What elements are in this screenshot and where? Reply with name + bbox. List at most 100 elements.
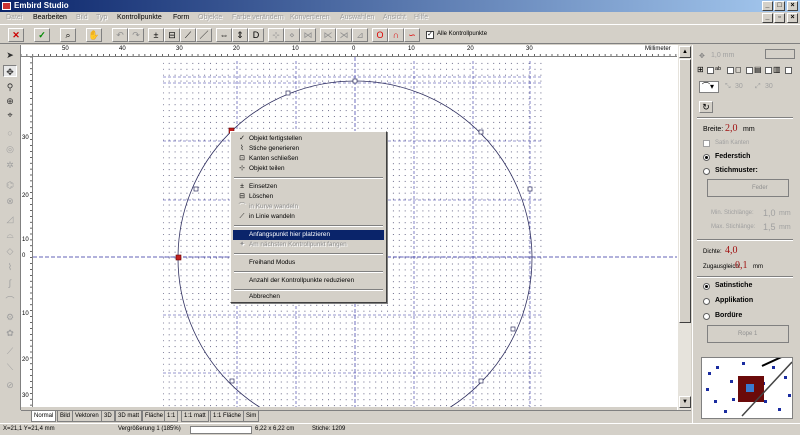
line-tool-icon[interactable]: ⟋ [180, 28, 196, 42]
spiral-tool-icon[interactable]: ◎ [3, 143, 17, 155]
menu-datei[interactable]: Datei [6, 14, 22, 21]
lasso-tool-icon[interactable]: ⌓ [3, 229, 17, 241]
node-icon[interactable]: D [248, 28, 264, 42]
maximize-button[interactable]: □ [774, 1, 785, 11]
menu-kontrollpunkte[interactable]: Kontrollpunkte [117, 14, 162, 21]
bezier-tool-icon[interactable]: ⌒ [3, 295, 17, 307]
mirror-icon[interactable]: ⇔ [216, 28, 232, 42]
dichte-value[interactable]: 4,0 [725, 245, 738, 256]
tab-bild[interactable]: Bild [57, 411, 74, 422]
freehand-tool-icon[interactable]: ⌇ [3, 261, 17, 273]
menu-konvertieren[interactable]: Konvertieren [290, 14, 330, 21]
line-style-dropdown[interactable] [765, 49, 795, 59]
menu-item-freihand-modus[interactable]: Freihand Modus [233, 258, 384, 268]
tab-normal[interactable]: Normal [31, 411, 57, 422]
text-tool-icon[interactable]: ⊘ [3, 379, 17, 391]
arrange-icon[interactable]: ⋈ [300, 28, 316, 42]
tab-vektoren[interactable]: Vektoren [72, 411, 102, 422]
breite-value[interactable]: 2,0 [725, 123, 738, 134]
min-length-value[interactable]: 1,0 [763, 208, 776, 218]
remove-point-icon[interactable]: ⊟ [164, 28, 180, 42]
menu-item-loeschen[interactable]: ⊟ Löschen [233, 192, 384, 202]
option-checkbox-2[interactable] [727, 67, 734, 74]
option-checkbox-3[interactable] [746, 67, 753, 74]
fill-tool-icon[interactable]: ⌬ [3, 179, 17, 191]
doc-close-button[interactable]: × [787, 13, 798, 23]
menu-form[interactable]: Form [173, 14, 189, 21]
distribute-icon[interactable]: ⋄ [284, 28, 300, 42]
zoom-tool-icon[interactable]: ⊕ [3, 95, 17, 107]
align-icon[interactable]: ⊹ [268, 28, 284, 42]
diagonal-icon[interactable]: ／ [196, 28, 212, 42]
menu-item-kontrollpunkt-fangen[interactable]: ✦ Am nächsten Kontrollpunkt fangen [233, 240, 384, 250]
doc-restore-button[interactable]: ▫ [774, 13, 785, 23]
scroll-thumb[interactable] [679, 59, 691, 323]
curve-type-dropdown[interactable]: ⌒▾ [699, 81, 719, 93]
design-preview[interactable] [701, 357, 793, 419]
federstich-radio[interactable] [703, 154, 710, 161]
rotate-icon[interactable]: ⋊ [336, 28, 352, 42]
menu-item-in-linie-wandeln[interactable]: ⟋ in Linie wandeln [233, 212, 384, 222]
ellipse-shape-icon[interactable]: O [372, 28, 388, 42]
menu-item-kontrollpunkte-reduzieren[interactable]: Anzahl der Kontrollpunkte reduzieren [233, 276, 384, 286]
hand-icon[interactable]: ✋ [86, 28, 102, 42]
knife-tool-icon[interactable]: ⟋ [3, 345, 17, 357]
tab-1-1-flaeche[interactable]: 1:1 Fläche [210, 411, 245, 422]
menu-objekte[interactable]: Objekte [198, 14, 222, 21]
tab-1-1[interactable]: 1:1 [164, 411, 179, 422]
menu-item-anfangspunkt-platzieren[interactable]: Anfangspunkt hier platzieren [233, 230, 384, 240]
wave-shape-icon[interactable]: ∽ [404, 28, 420, 42]
magnifier-icon[interactable]: ⚲ [3, 81, 17, 93]
menu-auswahlen[interactable]: Auswahlen [340, 14, 374, 21]
accept-check-icon[interactable]: ✓ [34, 28, 50, 42]
satinstiche-radio[interactable] [703, 283, 710, 290]
refresh-icon[interactable]: ↻ [699, 101, 713, 113]
tab-3d[interactable]: 3D [101, 411, 115, 422]
scroll-down-icon[interactable]: ▼ [679, 396, 691, 408]
tab-sim[interactable]: Sim [243, 411, 260, 422]
menu-item-objekt-fertigstellen[interactable]: ✓ Objekt fertigstellen [233, 134, 384, 144]
path-tool-icon[interactable]: ◿ [3, 213, 17, 225]
option-checkbox-5[interactable] [785, 67, 792, 74]
end-point-marker[interactable] [175, 254, 182, 261]
all-controlpoints-checkbox[interactable]: ✓ [426, 31, 434, 39]
menu-item-abbrechen[interactable]: Abbrechen [233, 292, 384, 302]
menu-farbe-veraendern[interactable]: Farbe verändern [232, 14, 284, 21]
option-checkbox-1[interactable] [707, 67, 714, 74]
polygon-tool-icon[interactable]: ◇ [3, 245, 17, 257]
max-length-value[interactable]: 1,5 [763, 222, 776, 232]
option-checkbox-4[interactable] [765, 67, 772, 74]
skew-icon[interactable]: ⊿ [352, 28, 368, 42]
zugausgleich-value[interactable]: 0,1 [735, 260, 748, 271]
tab-1-1-matt[interactable]: 1:1 matt [181, 411, 209, 422]
star-tool-icon[interactable]: ✲ [3, 159, 17, 171]
undo-icon[interactable]: ↶ [112, 28, 128, 42]
menu-item-kanten-schliessen[interactable]: ⊡ Kanten schließen [233, 154, 384, 164]
menu-item-in-kurve-wandeln[interactable]: ⌒ in Kurve wandeln [233, 202, 384, 212]
flower-tool-icon[interactable]: ✿ [3, 327, 17, 339]
scroll-up-icon[interactable]: ▲ [679, 46, 691, 58]
arc-shape-icon[interactable]: ∩ [388, 28, 404, 42]
flip-icon[interactable]: ⇕ [232, 28, 248, 42]
menu-item-stiche-generieren[interactable]: ⌇ Stiche generieren [233, 144, 384, 154]
bordure-radio[interactable] [703, 313, 710, 320]
curve-tool-icon[interactable]: ∫ [3, 277, 17, 289]
zoom-icon[interactable]: ⌕ [60, 28, 76, 42]
vertical-scrollbar[interactable]: ▲ ▼ [677, 45, 691, 410]
menu-typ[interactable]: Typ [96, 14, 107, 21]
satin-kanten-checkbox[interactable] [703, 140, 710, 147]
gear-tool-icon[interactable]: ⚙ [3, 311, 17, 323]
measure-icon[interactable]: ⌖ [3, 109, 17, 121]
doc-minimize-button[interactable]: _ [762, 13, 773, 23]
menu-bild[interactable]: Bild [76, 14, 88, 21]
circle-tool-icon[interactable]: ○ [3, 127, 17, 139]
close-button[interactable]: × [787, 1, 798, 11]
menu-bearbeiten[interactable]: Bearbeiten [33, 14, 67, 21]
redo-icon[interactable]: ↷ [128, 28, 144, 42]
tab-3d-matt[interactable]: 3D matt [115, 411, 143, 422]
brush-tool-icon[interactable]: ⟍ [3, 361, 17, 373]
select-arrow-icon[interactable]: ➤ [3, 49, 17, 61]
pattern-tool-icon[interactable]: ⊗ [3, 195, 17, 207]
tab-flaeche[interactable]: Fläche [142, 411, 167, 422]
cancel-x-icon[interactable]: ✕ [8, 28, 24, 42]
